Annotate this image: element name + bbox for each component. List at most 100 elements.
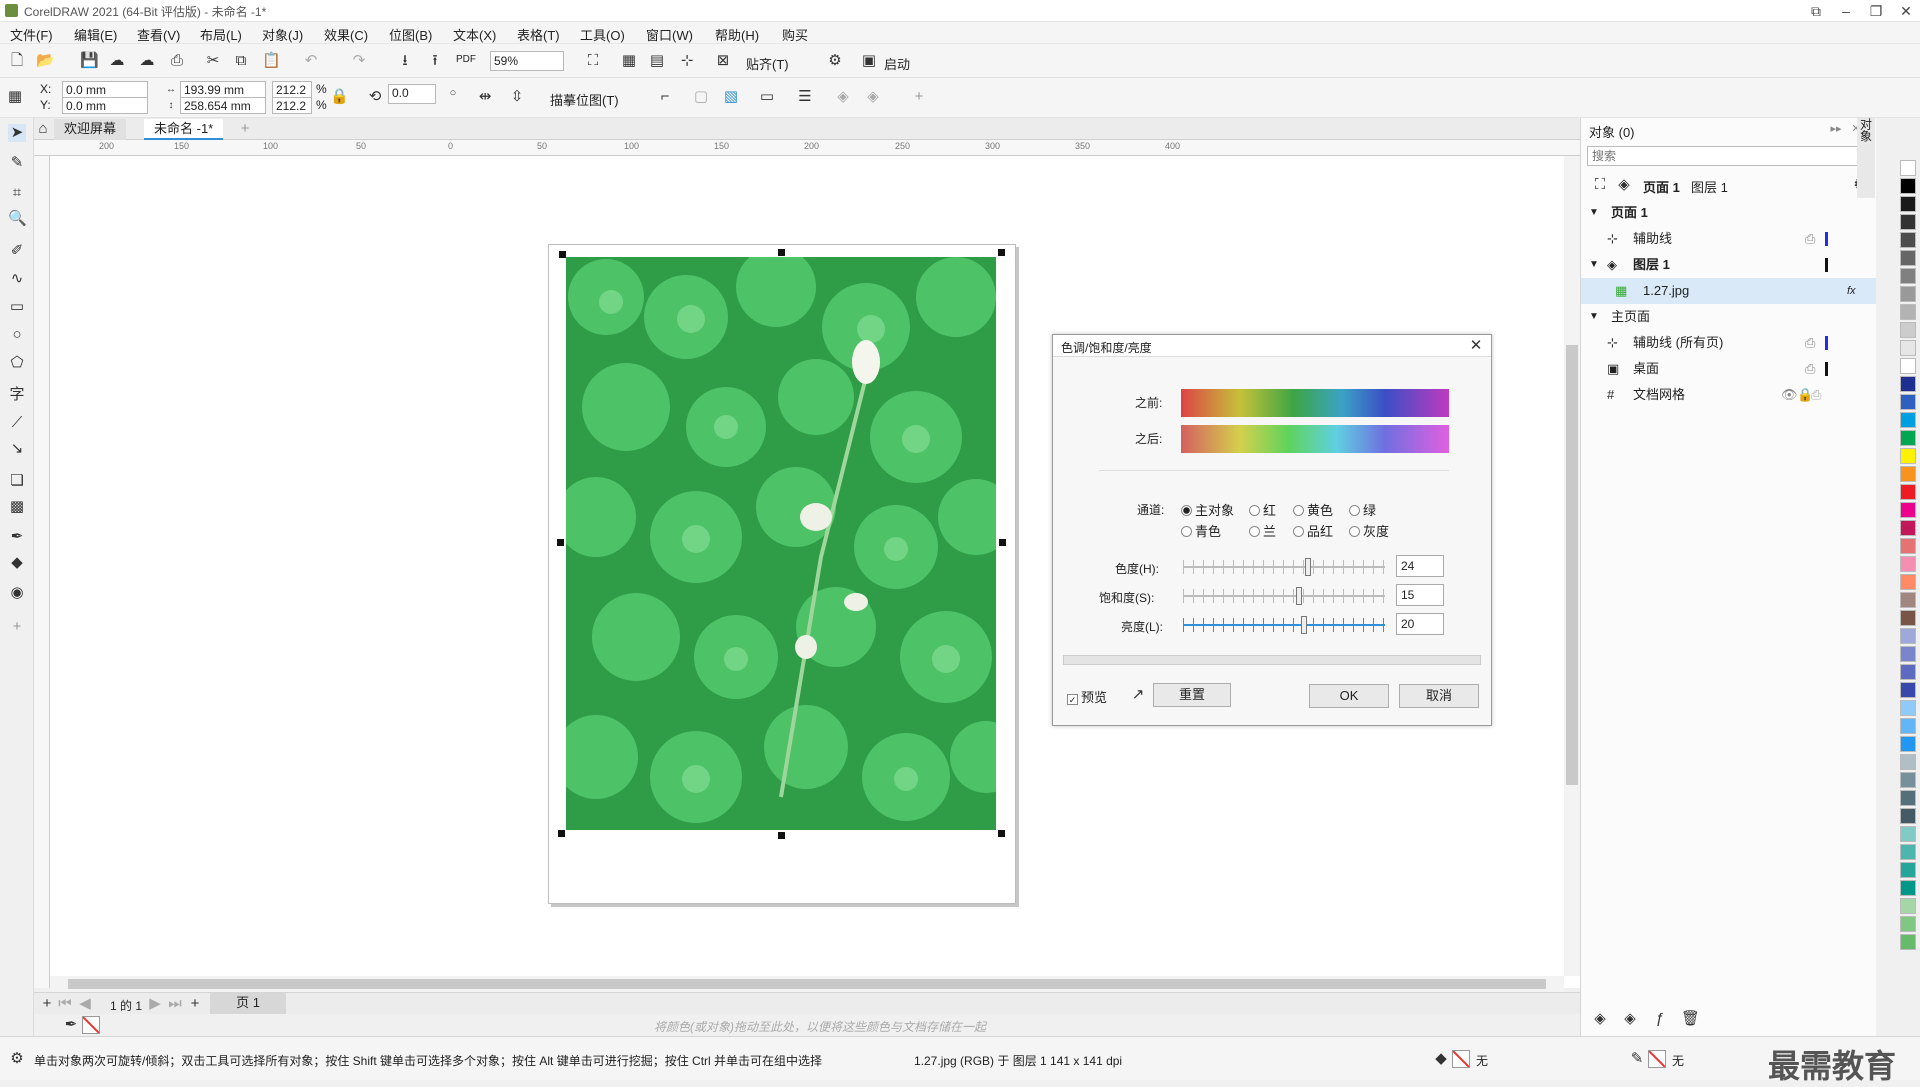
selection-handle[interactable] [558, 830, 565, 837]
show-guides-icon[interactable]: ⊹ [678, 52, 696, 70]
channel-blue-radio[interactable]: 兰 [1249, 521, 1276, 540]
selection-handle[interactable] [999, 539, 1006, 546]
new-tab-icon[interactable]: + [236, 120, 254, 138]
export-pdf-icon[interactable]: PDF [456, 54, 476, 65]
scale-y-input[interactable]: 212.2 [272, 97, 312, 114]
outline-pen-icon[interactable]: ✎ [1628, 1050, 1646, 1068]
selection-handle[interactable] [559, 251, 566, 258]
tree-row-grid[interactable]: # 文档网格 👁 🔒 ⎙ [1581, 382, 1877, 408]
tab-welcome[interactable]: 欢迎屏幕 [54, 119, 127, 140]
add-page-after-icon[interactable]: + [186, 995, 204, 1013]
color-swatch[interactable] [1900, 322, 1916, 338]
cloud-download-icon[interactable]: ☁ [108, 52, 126, 70]
copy-icon[interactable]: ⧉ [232, 52, 250, 70]
channel-green-radio[interactable]: 绿 [1349, 500, 1376, 519]
color-swatch[interactable] [1900, 466, 1916, 482]
vertical-ruler[interactable] [34, 156, 50, 988]
color-swatch[interactable] [1900, 430, 1916, 446]
tab-page-1[interactable]: 页 1 [210, 993, 286, 1014]
smart-fill-icon[interactable]: ◉ [8, 584, 26, 602]
lightness-spinbox[interactable]: 20 [1396, 613, 1444, 635]
outline-swatch[interactable] [1648, 1050, 1666, 1068]
color-swatch[interactable] [1900, 826, 1916, 842]
selection-handle[interactable] [998, 830, 1005, 837]
breadcrumb-layer[interactable]: 图层 1 [1691, 177, 1728, 196]
color-swatch[interactable] [1900, 664, 1916, 680]
color-swatch[interactable] [1900, 790, 1916, 806]
channel-gray-radio[interactable]: 灰度 [1349, 521, 1389, 540]
launch-icon[interactable]: ▣ [860, 52, 878, 70]
reset-button[interactable]: 重置 [1153, 683, 1231, 707]
tree-row-layer1[interactable]: ▼ ◈ 图层 1 [1581, 252, 1877, 278]
vertical-scroll-thumb[interactable] [1566, 345, 1578, 785]
color-swatch[interactable] [1900, 376, 1916, 392]
new-master-layer-icon[interactable]: ◈ [1621, 1010, 1639, 1028]
shape-tool-icon[interactable]: ✎ [8, 154, 26, 172]
delete-icon[interactable]: 🗑 [1681, 1010, 1700, 1028]
color-swatch[interactable] [1900, 358, 1916, 374]
channel-magenta-radio[interactable]: 品红 [1293, 521, 1333, 540]
object-view-icon[interactable]: ⛶ [1591, 176, 1609, 194]
scale-x-input[interactable]: 212.2 [272, 81, 312, 98]
breadcrumb-page[interactable]: 页面 1 [1643, 177, 1680, 196]
selection-handle[interactable] [778, 249, 785, 256]
prev-page-icon[interactable]: ◀ [76, 995, 94, 1013]
polygon-tool-icon[interactable]: ⬠ [8, 354, 26, 372]
color-swatch[interactable] [1900, 394, 1916, 410]
show-rulers-icon[interactable]: ▦ [620, 52, 638, 70]
undo-icon[interactable]: ↶ [302, 52, 320, 70]
to-front-icon[interactable]: ◈ [834, 88, 852, 106]
color-swatch[interactable] [1900, 196, 1916, 212]
transparency-icon[interactable]: ▩ [8, 498, 26, 516]
new-document-icon[interactable]: 🗋 [8, 52, 26, 70]
menu-bitmaps[interactable]: 位图(B) [389, 25, 432, 44]
color-swatch[interactable] [1900, 232, 1916, 248]
color-swatch[interactable] [1900, 628, 1916, 644]
connector-tool-icon[interactable]: ↘ [8, 440, 26, 458]
selection-handle[interactable] [557, 539, 564, 546]
print-icon[interactable]: ⎙ [168, 52, 186, 70]
color-swatch[interactable] [1900, 916, 1916, 932]
fill-swatch[interactable] [1452, 1050, 1470, 1068]
preview-checkbox[interactable]: ✓ 预览 [1067, 687, 1107, 706]
snap-to-dropdown[interactable]: 贴齐(T) [746, 54, 789, 73]
fill-icon[interactable]: ◆ [1432, 1050, 1450, 1068]
layer-icon[interactable]: ◈ [1615, 176, 1633, 194]
menu-window[interactable]: 窗口(W) [646, 25, 693, 44]
saturation-slider[interactable] [1183, 587, 1385, 605]
parallel-dimension-icon[interactable]: ⟋ [8, 414, 26, 432]
color-swatch[interactable] [1900, 520, 1916, 536]
menu-layout[interactable]: 布局(L) [200, 25, 242, 44]
width-input[interactable]: 193.99 mm [180, 81, 266, 98]
edit-bitmap-icon[interactable]: ▢ [692, 88, 710, 106]
rotation-angle-input[interactable]: 0.0 [388, 84, 436, 104]
y-position-input[interactable]: 0.0 mm [62, 97, 148, 114]
show-grid-icon[interactable]: ▤ [648, 52, 666, 70]
color-swatch[interactable] [1900, 412, 1916, 428]
mirror-horizontal-icon[interactable]: ⇹ [476, 88, 494, 106]
ok-button[interactable]: OK [1309, 684, 1389, 708]
to-back-icon[interactable]: ◈ [864, 88, 882, 106]
cancel-button[interactable]: 取消 [1399, 684, 1479, 708]
options-gear-icon[interactable]: ⚙ [826, 52, 844, 70]
eyedropper-small-icon[interactable]: ✒ [62, 1016, 80, 1034]
zoom-tool-icon[interactable]: 🔍 [8, 210, 27, 228]
tree-row-guides-all[interactable]: ⊹ 辅助线 (所有页) ⎙ [1581, 330, 1877, 356]
drop-shadow-icon[interactable]: ❏ [8, 472, 26, 490]
rectangle-tool-icon[interactable]: ▭ [8, 298, 26, 316]
color-swatch[interactable] [1900, 448, 1916, 464]
menu-table[interactable]: 表格(T) [517, 25, 560, 44]
eyedropper-icon[interactable]: ✒ [8, 528, 26, 546]
color-swatch[interactable] [1900, 160, 1916, 176]
channel-cyan-radio[interactable]: 青色 [1181, 521, 1221, 540]
color-swatch[interactable] [1900, 880, 1916, 896]
horizontal-ruler[interactable]: 200 150 100 50 0 50 100 150 200 250 300 … [34, 140, 1580, 156]
lock-ratio-icon[interactable]: 🔒 [330, 88, 349, 106]
lightness-slider[interactable] [1183, 616, 1385, 634]
close-button[interactable]: ✕ [1895, 2, 1917, 20]
clover-photo[interactable] [566, 257, 996, 830]
color-swatch[interactable] [1900, 898, 1916, 914]
color-swatch[interactable] [1900, 610, 1916, 626]
maximize-button[interactable]: ❐ [1865, 2, 1887, 20]
color-swatch[interactable] [1900, 934, 1916, 950]
